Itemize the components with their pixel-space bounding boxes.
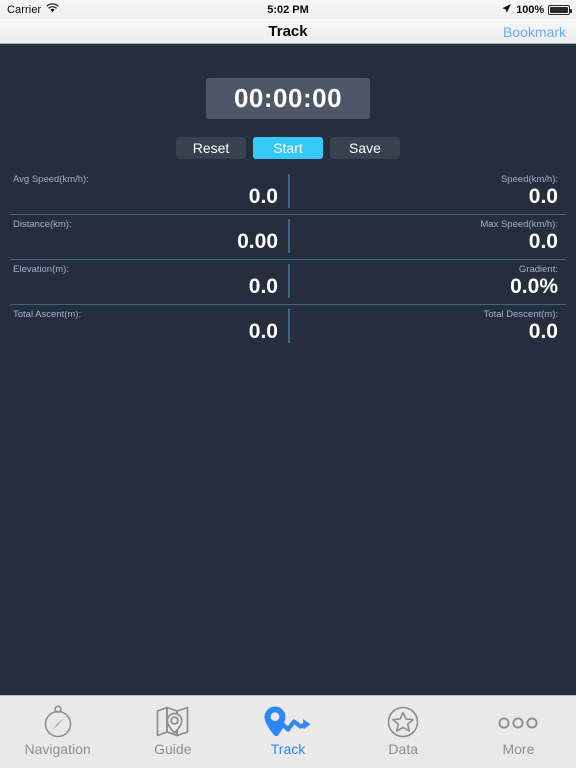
stat-value: 0.0	[248, 185, 278, 208]
tab-label: Track	[270, 741, 306, 757]
stat-label: Avg Speed(km/h):	[13, 174, 89, 185]
tab-more[interactable]: More	[461, 696, 576, 768]
stat-elevation: Elevation(m): 0.0	[10, 260, 288, 305]
stat-label: Total Ascent(m):	[13, 309, 82, 320]
tab-navigation[interactable]: Navigation	[0, 696, 115, 768]
star-circle-icon	[386, 705, 420, 739]
tab-label: Data	[388, 741, 418, 757]
tab-track[interactable]: Track	[230, 696, 345, 768]
stat-label: Max Speed(km/h):	[480, 219, 558, 230]
stat-speed: Speed(km/h): 0.0	[288, 170, 566, 215]
map-pin-icon	[155, 705, 191, 739]
stat-label: Gradient:	[518, 264, 558, 275]
compass-icon	[41, 705, 75, 739]
location-arrow-icon	[501, 3, 512, 17]
tab-label: Guide	[154, 741, 192, 757]
stat-avg-speed: Avg Speed(km/h): 0.0	[10, 170, 288, 215]
timer-controls: Reset Start Save	[176, 137, 400, 159]
battery-full-icon	[548, 4, 572, 15]
ellipsis-icon	[496, 705, 540, 739]
stat-value: 0.00	[237, 230, 278, 253]
stat-value: 0.0	[528, 320, 558, 343]
stat-distance: Distance(km): 0.00	[10, 215, 288, 260]
reset-button[interactable]: Reset	[176, 137, 246, 159]
tab-bar: Navigation Guide Track Data More	[0, 695, 576, 768]
tab-guide[interactable]: Guide	[115, 696, 230, 768]
stat-label: Speed(km/h):	[500, 174, 558, 185]
stat-value: 0.0	[528, 230, 558, 253]
stat-max-speed: Max Speed(km/h): 0.0	[288, 215, 566, 260]
stat-label: Total Descent(m):	[483, 309, 558, 320]
stats-column-left: Avg Speed(km/h): 0.0 Distance(km): 0.00 …	[10, 170, 288, 352]
page-title: Track	[268, 23, 308, 40]
stat-total-ascent: Total Ascent(m): 0.0	[10, 305, 288, 350]
bookmark-button[interactable]: Bookmark	[503, 24, 566, 40]
navigation-bar: Track Bookmark	[0, 19, 576, 44]
stat-value: 0.0	[248, 275, 278, 298]
timer-display: 00:00:00	[206, 78, 370, 119]
tab-label: More	[502, 741, 535, 757]
stat-total-descent: Total Descent(m): 0.0	[288, 305, 566, 350]
battery-percent-label: 100%	[516, 3, 544, 16]
status-bar: Carrier 5:02 PM 100%	[0, 0, 576, 19]
stat-label: Distance(km):	[13, 219, 72, 230]
track-content: 00:00:00 Reset Start Save Avg Speed(km/h…	[0, 45, 576, 695]
timer-value: 00:00:00	[233, 83, 343, 113]
status-bar-right: 100%	[501, 3, 572, 17]
stat-value: 0.0	[528, 185, 558, 208]
stat-label: Elevation(m):	[13, 264, 69, 275]
save-button[interactable]: Save	[330, 137, 400, 159]
stat-gradient: Gradient: 0.0%	[288, 260, 566, 305]
track-route-icon	[262, 705, 314, 739]
start-button[interactable]: Start	[253, 137, 323, 159]
stats-grid: Avg Speed(km/h): 0.0 Distance(km): 0.00 …	[0, 170, 576, 352]
tab-label: Navigation	[24, 741, 91, 757]
status-bar-clock: 5:02 PM	[267, 3, 309, 16]
tab-data[interactable]: Data	[346, 696, 461, 768]
stat-value: 0.0	[248, 320, 278, 343]
stat-value: 0.0%	[510, 275, 558, 298]
stats-column-right: Speed(km/h): 0.0 Max Speed(km/h): 0.0 Gr…	[288, 170, 566, 352]
